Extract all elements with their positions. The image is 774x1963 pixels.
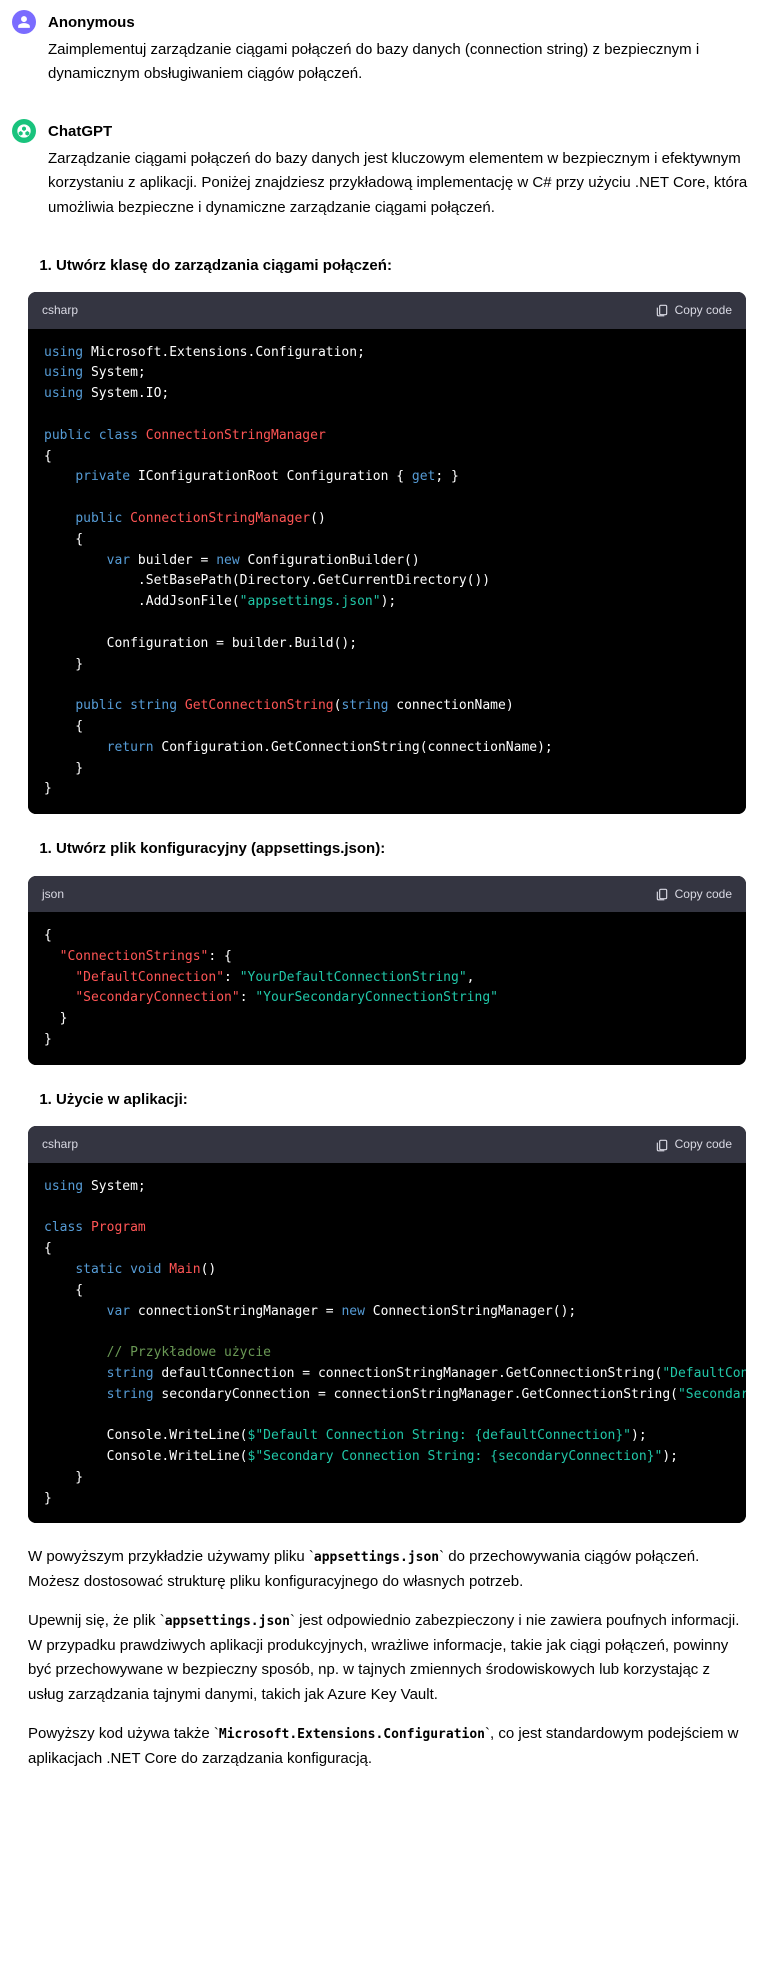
code-lang: json	[42, 884, 64, 904]
code-content-2[interactable]: { "ConnectionStrings": { "DefaultConnect…	[28, 912, 746, 1065]
user-avatar	[12, 10, 36, 34]
user-name: Anonymous	[48, 10, 762, 36]
copy-label: Copy code	[675, 884, 732, 904]
code-lang: csharp	[42, 1134, 78, 1154]
inline-code: Microsoft.Extensions.Configuration	[219, 1727, 485, 1742]
code-content-3[interactable]: using System; class Program { static voi…	[28, 1163, 746, 1524]
inline-code: appsettings.json	[314, 1550, 439, 1565]
copy-button[interactable]: Copy code	[655, 884, 732, 904]
clipboard-icon	[655, 887, 669, 901]
code-block-3: csharp Copy code using System; class Pro…	[28, 1126, 746, 1523]
code-content-1[interactable]: using Microsoft.Extensions.Configuration…	[28, 329, 746, 815]
user-text: Zaimplementuj zarządzanie ciągami połącz…	[48, 38, 762, 88]
code-lang: csharp	[42, 300, 78, 320]
clipboard-icon	[655, 303, 669, 317]
outro-p1: W powyższym przykładzie używamy pliku `a…	[28, 1545, 746, 1595]
bot-avatar	[12, 119, 36, 143]
outro-section: W powyższym przykładzie używamy pliku `a…	[0, 1545, 774, 1771]
bot-intro: Zarządzanie ciągami połączeń do bazy dan…	[48, 147, 762, 221]
copy-label: Copy code	[675, 1134, 732, 1154]
outro-p2: Upewnij się, że plik `appsettings.json` …	[28, 1609, 746, 1708]
step-3-label: Użycie w aplikacji:	[56, 1087, 762, 1113]
inline-code: appsettings.json	[165, 1614, 290, 1629]
code-block-2: json Copy code { "ConnectionStrings": { …	[28, 876, 746, 1065]
clipboard-icon	[655, 1138, 669, 1152]
step-2-heading: Utwórz plik konfiguracyjny (appsettings.…	[12, 836, 762, 862]
outro-p3: Powyższy kod używa także `Microsoft.Exte…	[28, 1722, 746, 1772]
copy-button[interactable]: Copy code	[655, 1134, 732, 1154]
code-block-1: csharp Copy code using Microsoft.Extensi…	[28, 292, 746, 814]
step-2-label: Utwórz plik konfiguracyjny (appsettings.…	[56, 836, 762, 862]
bot-name: ChatGPT	[48, 119, 762, 145]
copy-label: Copy code	[675, 300, 732, 320]
step-3-heading: Użycie w aplikacji:	[12, 1087, 762, 1113]
copy-button[interactable]: Copy code	[655, 300, 732, 320]
user-message: Anonymous Zaimplementuj zarządzanie ciąg…	[0, 10, 774, 101]
bot-message: ChatGPT Zarządzanie ciągami połączeń do …	[0, 119, 774, 235]
step-1-label: Utwórz klasę do zarządzania ciągami połą…	[56, 253, 762, 279]
step-1-heading: Utwórz klasę do zarządzania ciągami połą…	[12, 253, 762, 279]
